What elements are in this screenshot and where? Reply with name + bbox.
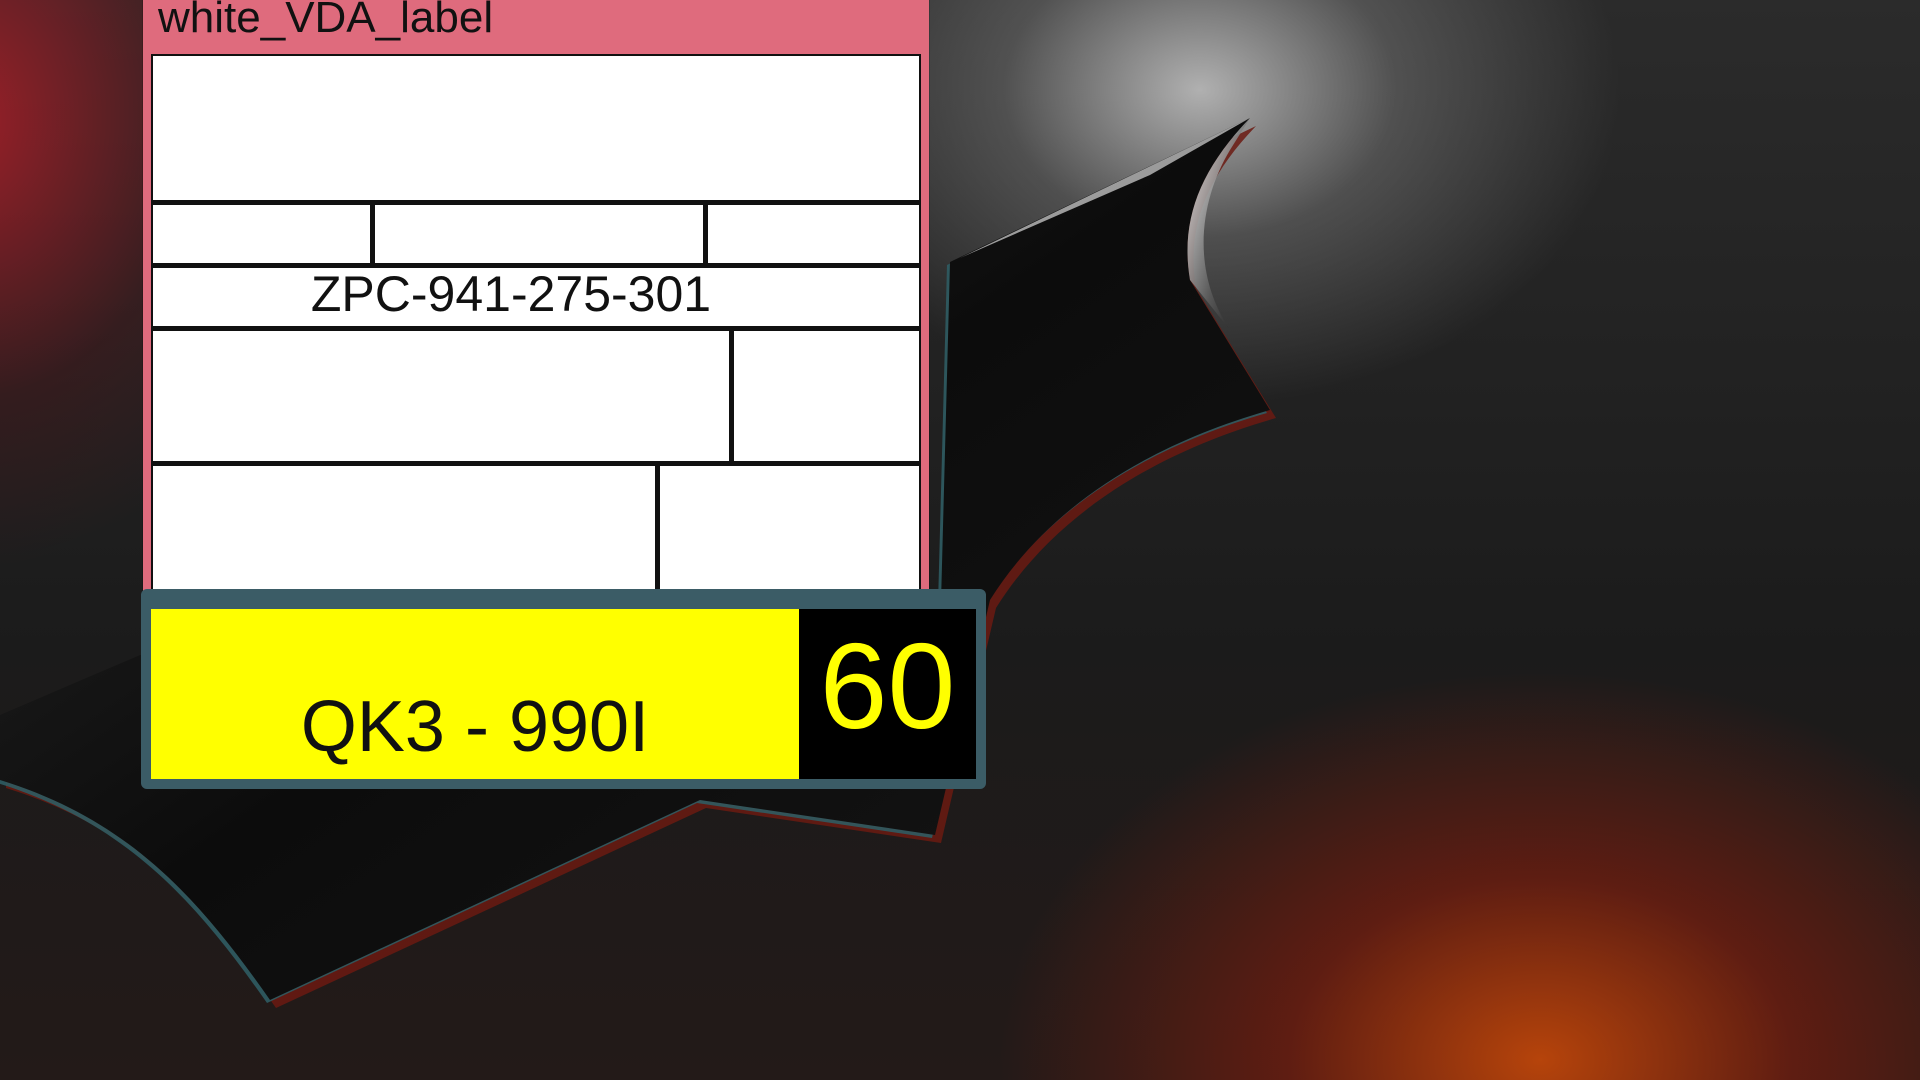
part-number-field: ZPC-941-275-301: [310, 266, 712, 322]
label-divider: [153, 326, 919, 331]
label-divider: [655, 466, 660, 600]
label-divider: [703, 204, 708, 263]
label-divider: [153, 461, 919, 466]
white-vda-label-window[interactable]: white_VDA_label ZPC-941-275-301: [143, 0, 929, 606]
window-title: white_VDA_label: [158, 0, 494, 42]
plate-code: QK3 - 990I: [300, 687, 650, 767]
label-divider: [729, 330, 734, 462]
vda-label-body: ZPC-941-275-301: [151, 54, 921, 600]
plate-code-panel: QK3 - 990I: [151, 609, 799, 779]
label-divider: [153, 200, 919, 205]
code-plate: QK3 - 990I 60: [141, 589, 986, 789]
plate-number: 60: [819, 618, 956, 754]
label-divider: [370, 204, 375, 263]
plate-number-panel: 60: [799, 609, 976, 779]
